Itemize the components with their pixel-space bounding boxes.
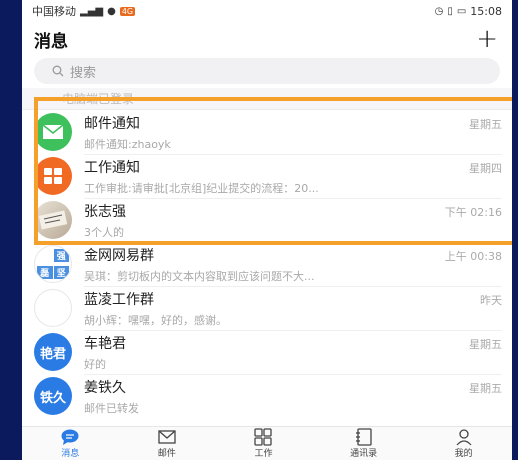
conversation-time: 星期五 (469, 338, 502, 351)
conversation-preview: 邮件已转发 (84, 402, 139, 415)
conversation-list: 邮件通知 星期五 邮件通知:zhaoyk 工作通知 星期四 工作审批:请审批[北… (22, 110, 512, 418)
tab-label: 工作 (254, 449, 273, 459)
conversation-name: 邮件通知 (84, 115, 140, 132)
login-notice-text: 电脑端已登录 (62, 92, 135, 106)
conversation-item-jiang[interactable]: 铁久 姜铁久 星期五 邮件已转发 (22, 374, 512, 418)
carrier-label: 中国移动 (32, 5, 76, 18)
conversation-preview: 邮件通知:zhaoyk (84, 137, 171, 151)
signal-icon: ▂▄▆ (80, 5, 104, 17)
grid-icon (44, 168, 62, 184)
tab-me[interactable]: 我的 (454, 428, 474, 459)
group-photo-avatar (34, 289, 72, 327)
conversation-name: 金网网易群 (84, 248, 154, 264)
conversation-item-work[interactable]: 工作通知 星期四 工作审批:请审批[北京组]纪业提交的流程：20... (22, 154, 512, 198)
status-bar: 中国移动 ▂▄▆ ● 4G ◷ ▯ ▭ 15:08 (22, 0, 512, 22)
battery-icon: ▭ (456, 5, 467, 17)
conversation-time: 上午 00:38 (444, 250, 502, 263)
phone-screen: 中国移动 ▂▄▆ ● 4G ◷ ▯ ▭ 15:08 消息 + 搜索 电脑端已登录 (22, 0, 512, 460)
photo-avatar (34, 201, 72, 239)
avatar (34, 113, 72, 151)
search-input[interactable]: 搜索 (34, 58, 500, 84)
photo-avatar-icon (38, 210, 68, 230)
login-notice[interactable]: 电脑端已登录 (22, 88, 512, 110)
conversation-item-che[interactable]: 艳君 车艳君 星期五 好的 (22, 330, 512, 374)
alarm-icon: ◷ (434, 5, 444, 17)
tab-label: 我的 (454, 449, 473, 459)
search-container: 搜索 (22, 56, 512, 88)
group-avatar-tile: 强 (53, 249, 69, 263)
conversation-name: 蓝凌工作群 (84, 292, 154, 308)
search-icon (52, 65, 64, 77)
tab-mail[interactable]: 邮件 (157, 428, 177, 459)
search-placeholder: 搜索 (70, 65, 97, 81)
conversation-name: 张志强 (84, 204, 126, 220)
notification-icon: ● (107, 5, 116, 17)
avatar: 铁久 (34, 377, 72, 415)
avatar (34, 157, 72, 195)
chat-icon (61, 429, 79, 445)
conversation-time: 昨天 (480, 294, 502, 307)
conversation-name: 工作通知 (84, 160, 140, 176)
conversation-time: 星期四 (469, 162, 502, 175)
tab-messages[interactable]: 消息 (60, 428, 80, 459)
conversation-item-zhang[interactable]: 张志强 下午 02:16 3个人的 (22, 198, 512, 242)
conversation-item-mail[interactable]: 邮件通知 星期五 邮件通知:zhaoyk (22, 110, 512, 154)
group-avatar: 强 磊 坚 (34, 245, 72, 283)
conversation-preview: 工作审批:请审批[北京组]纪业提交的流程：20... (84, 182, 319, 195)
group-avatar-tile: 磊 (37, 265, 53, 279)
tab-label: 消息 (61, 449, 80, 459)
tab-label: 通讯录 (350, 449, 378, 459)
conversation-preview: 胡小辉：嘿嘿，好的，感谢。 (84, 314, 227, 327)
app-header: 消息 + (22, 22, 512, 56)
bottom-tab-bar: 消息 邮件 工作 通讯录 我的 (22, 426, 512, 460)
conversation-item-lanling[interactable]: 蓝凌工作群 昨天 胡小辉：嘿嘿，好的，感谢。 (22, 286, 512, 330)
add-button[interactable]: + (476, 26, 498, 52)
mail-icon (158, 430, 176, 444)
vibrate-icon: ▯ (447, 5, 453, 17)
person-icon (456, 429, 472, 446)
conversation-preview: 好的 (84, 358, 106, 371)
avatar: 艳君 (34, 333, 72, 371)
grid-icon (254, 428, 273, 446)
clock: 15:08 (470, 4, 502, 18)
mail-icon (42, 124, 64, 139)
app-badge: 4G (119, 6, 136, 16)
conversation-name: 姜铁久 (84, 380, 126, 396)
page-title: 消息 (34, 31, 68, 52)
conversation-item-jinwang[interactable]: 强 磊 坚 金网网易群 上午 00:38 吴琪：剪切板内的文本内容取到应该问题不… (22, 242, 512, 286)
conversation-name: 车艳君 (84, 336, 126, 352)
tab-work[interactable]: 工作 (253, 428, 273, 459)
conversation-time: 星期五 (469, 117, 502, 131)
conversation-time: 下午 02:16 (444, 206, 502, 219)
group-avatar-tile: 坚 (53, 265, 69, 279)
tab-label: 邮件 (157, 449, 176, 459)
tab-contacts[interactable]: 通讯录 (350, 428, 377, 459)
conversation-preview: 吴琪：剪切板内的文本内容取到应该问题不大... (84, 270, 315, 283)
conversation-preview: 3个人的 (84, 226, 124, 239)
conversation-time: 星期五 (469, 382, 502, 395)
contacts-icon (355, 428, 372, 446)
